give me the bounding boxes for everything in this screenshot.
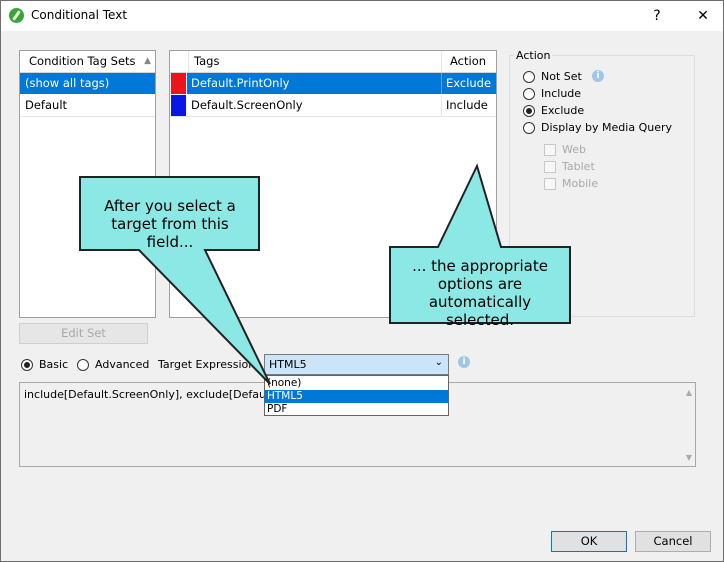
ok-button[interactable]: OK — [551, 531, 627, 552]
conditional-text-dialog: Conditional Text ? ✕ Condition Tag Sets … — [0, 0, 724, 562]
callout-right-text: ... the appropriate options are automati… — [412, 257, 548, 329]
callout-left-text: After you select a target from this fiel… — [104, 197, 236, 251]
callout-overlay — [79, 163, 571, 385]
cancel-button[interactable]: Cancel — [635, 531, 711, 552]
